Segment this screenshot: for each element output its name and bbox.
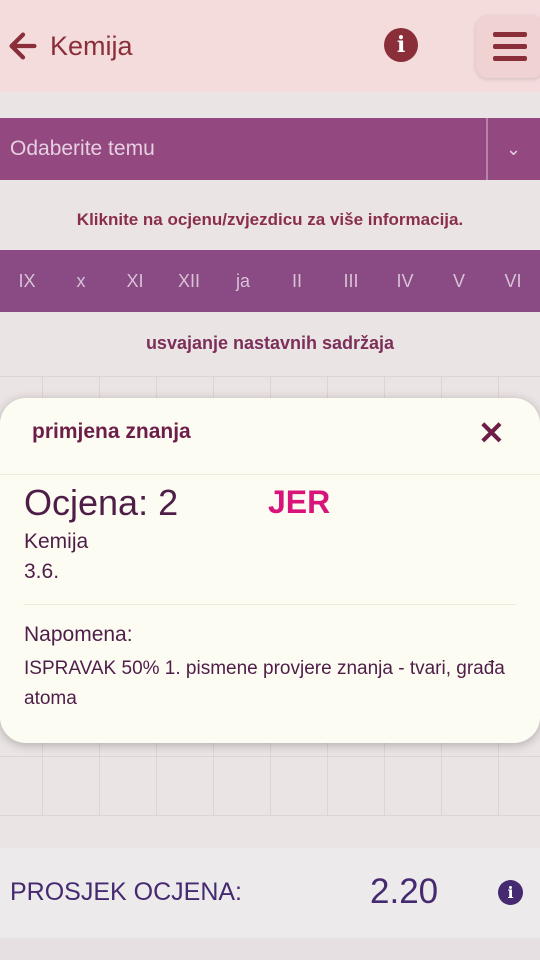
arrow-left-icon	[9, 32, 37, 60]
months-bar: IX x XI XII ja II III IV V VI	[0, 250, 540, 312]
info-icon[interactable]: i	[384, 28, 418, 62]
close-icon[interactable]: ✕	[478, 414, 505, 452]
hint-text: Kliknite na ocjenu/zvjezdicu za više inf…	[76, 210, 464, 229]
month-tab[interactable]: VI	[486, 250, 540, 312]
month-tab[interactable]: IV	[378, 250, 432, 312]
month-tab[interactable]: V	[432, 250, 486, 312]
note-label: Napomena:	[24, 623, 133, 646]
back-button[interactable]: Kemija	[4, 24, 133, 68]
average-label: PROSJEK OCJENA:	[10, 878, 242, 906]
month-tab[interactable]: x	[54, 250, 108, 312]
grade-value: Ocjena: 2	[24, 482, 179, 523]
note-text: ISPRAVAK 50% 1. pismene provjere znanja …	[24, 658, 505, 709]
month-tab[interactable]: XII	[162, 250, 216, 312]
divider	[24, 604, 516, 605]
topic-select[interactable]: Odaberite temu ⌄	[0, 118, 540, 180]
month-tab[interactable]: XI	[108, 250, 162, 312]
month-tab[interactable]: II	[270, 250, 324, 312]
month-tab[interactable]: IX	[0, 250, 54, 312]
modal-title: primjena znanja	[32, 420, 191, 443]
month-tab[interactable]: III	[324, 250, 378, 312]
page-title: Kemija	[50, 30, 133, 61]
grade-detail-modal: primjena znanja ✕ Ocjena: 2 JER Kemija 3…	[0, 398, 540, 743]
subject-name: Kemija	[24, 530, 89, 553]
bottom-strip	[0, 938, 540, 960]
info-icon[interactable]: i	[498, 880, 523, 905]
average-bar: PROSJEK OCJENA: 2.20 i	[0, 848, 540, 938]
grade-date: 3.6.	[24, 560, 60, 583]
chevron-down-icon[interactable]: ⌄	[506, 118, 521, 180]
topic-select-placeholder: Odaberite temu	[10, 137, 155, 160]
divider	[0, 474, 540, 475]
hamburger-menu-icon[interactable]	[476, 16, 540, 78]
select-divider	[486, 118, 488, 180]
app-header: Kemija i	[0, 0, 540, 92]
average-value: 2.20	[370, 872, 439, 911]
month-tab[interactable]: ja	[216, 250, 270, 312]
section-title: usvajanje nastavnih sadržaja	[145, 333, 395, 353]
teacher-code: JER	[268, 484, 331, 520]
